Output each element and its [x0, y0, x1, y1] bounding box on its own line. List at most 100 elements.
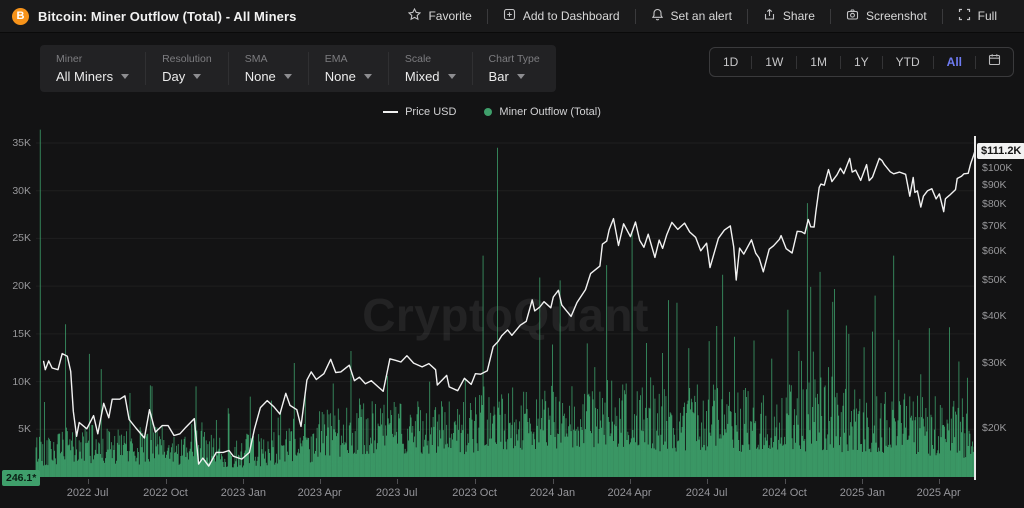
range-1m-button[interactable]: 1M [797, 48, 840, 76]
range-1w-button[interactable]: 1W [752, 48, 796, 76]
filter-toolbar: Miner All Miners Resolution Day SMA None… [40, 45, 556, 92]
x-axis-tick-label: 2023 Oct [452, 487, 497, 499]
share-icon [763, 8, 776, 24]
set-alert-button[interactable]: Set an alert [636, 8, 747, 24]
x-axis-tick-label: 2023 Jul [376, 487, 418, 499]
share-button[interactable]: Share [748, 8, 830, 24]
x-axis-tick-mark [862, 479, 863, 484]
miner-value: All Miners [56, 69, 113, 84]
y-axis-left-tick: 15K [0, 328, 31, 340]
y-axis-left-tick: 5K [0, 423, 31, 435]
x-axis-tick-mark [553, 479, 554, 484]
x-axis-tick-label: 2024 Jul [686, 487, 728, 499]
share-label: Share [783, 9, 815, 23]
y-axis-right-tick: $90K [982, 179, 1007, 191]
resolution-dropdown[interactable]: Resolution Day [145, 52, 228, 85]
resolution-value: Day [162, 69, 185, 84]
chart-type-value: Bar [489, 69, 509, 84]
set-alert-label: Set an alert [671, 9, 732, 23]
chevron-down-icon [364, 74, 372, 79]
miner-label: Miner [56, 53, 129, 65]
sma-dropdown[interactable]: SMA None [228, 52, 308, 85]
add-to-dashboard-button[interactable]: Add to Dashboard [488, 8, 635, 24]
x-axis-tick-label: 2023 Jan [221, 487, 266, 499]
y-axis-right-tick: $70K [982, 220, 1007, 232]
legend-price-usd[interactable]: Price USD [383, 106, 456, 118]
current-price-badge: $111.2K [977, 143, 1024, 159]
resolution-label: Resolution [162, 53, 212, 65]
scale-dropdown[interactable]: Scale Mixed [388, 52, 472, 85]
x-axis-tick-label: 2025 Apr [917, 487, 961, 499]
chart-type-dropdown[interactable]: Chart Type Bar [472, 52, 556, 85]
x-axis-tick-label: 2024 Apr [607, 487, 651, 499]
star-icon [408, 8, 421, 24]
ema-label: EMA [325, 53, 372, 65]
calendar-button[interactable] [976, 53, 1013, 71]
range-1d-button[interactable]: 1D [710, 48, 751, 76]
x-axis-tick-label: 2024 Jan [530, 487, 575, 499]
chevron-down-icon [193, 74, 201, 79]
y-axis-left-tick: 20K [0, 280, 31, 292]
chart-title-wrap: B Bitcoin: Miner Outflow (Total) - All M… [12, 8, 297, 25]
miner-outflow-bars [36, 130, 975, 477]
bitcoin-icon: B [12, 8, 29, 25]
y-axis-left-tick: 35K [0, 137, 31, 149]
x-axis-tick-label: 2022 Jul [67, 487, 109, 499]
x-axis-tick-mark [243, 479, 244, 484]
x-axis-tick-label: 2023 Apr [298, 487, 342, 499]
y-axis-left-tick: 25K [0, 232, 31, 244]
chart-type-label: Chart Type [489, 53, 540, 65]
y-axis-right-tick: $100K [982, 162, 1012, 174]
screenshot-label: Screenshot [866, 9, 927, 23]
dot-marker-icon [484, 108, 492, 116]
range-selector: 1D 1W 1M 1Y YTD All [709, 47, 1014, 77]
x-axis-tick-mark [630, 479, 631, 484]
chart-area[interactable]: CryptoQuant $111.2K 246.1* 35K30K25K20K1… [0, 128, 1024, 508]
range-1y-button[interactable]: 1Y [841, 48, 882, 76]
ema-value: None [325, 69, 356, 84]
x-axis-tick-label: 2025 Jan [840, 487, 885, 499]
miner-dropdown[interactable]: Miner All Miners [40, 52, 145, 85]
y-axis-right-tick: $40K [982, 310, 1007, 322]
x-axis-tick-mark [320, 479, 321, 484]
sma-value: None [245, 69, 276, 84]
y-axis-left-tick: 10K [0, 376, 31, 388]
fullscreen-label: Full [978, 9, 997, 23]
page-title: Bitcoin: Miner Outflow (Total) - All Min… [38, 9, 297, 24]
x-axis-tick-mark [475, 479, 476, 484]
calendar-icon [988, 53, 1001, 71]
chart-legend: Price USD Miner Outflow (Total) [0, 106, 984, 118]
chevron-down-icon [448, 74, 456, 79]
x-axis-tick-mark [939, 479, 940, 484]
camera-icon [846, 8, 859, 24]
range-all-button[interactable]: All [934, 48, 975, 76]
x-axis-tick-mark [397, 479, 398, 484]
header-actions: Favorite Add to Dashboard Set an alert S… [393, 8, 1012, 24]
add-to-dashboard-label: Add to Dashboard [523, 9, 620, 23]
y-axis-left-tick: 30K [0, 185, 31, 197]
sma-label: SMA [245, 53, 292, 65]
chevron-down-icon [517, 74, 525, 79]
line-marker-icon [383, 111, 398, 113]
x-axis-tick-mark [707, 479, 708, 484]
fullscreen-button[interactable]: Full [943, 8, 1012, 24]
screenshot-button[interactable]: Screenshot [831, 8, 942, 24]
bell-icon [651, 8, 664, 24]
app-header: B Bitcoin: Miner Outflow (Total) - All M… [0, 0, 1024, 33]
favorite-button[interactable]: Favorite [393, 8, 486, 24]
x-axis-tick-label: 2024 Oct [762, 487, 807, 499]
chevron-down-icon [284, 74, 292, 79]
ema-dropdown[interactable]: EMA None [308, 52, 388, 85]
y-axis-right-tick: $50K [982, 274, 1007, 286]
x-axis-tick-label: 2022 Oct [143, 487, 188, 499]
range-ytd-button[interactable]: YTD [883, 48, 933, 76]
chevron-down-icon [121, 74, 129, 79]
add-dashboard-icon [503, 8, 516, 24]
chart-canvas[interactable] [0, 128, 1024, 508]
legend-miner-outflow[interactable]: Miner Outflow (Total) [484, 106, 600, 118]
y-axis-right-tick: $60K [982, 245, 1007, 257]
x-axis-tick-mark [166, 479, 167, 484]
current-outflow-badge: 246.1* [2, 470, 40, 486]
favorite-label: Favorite [428, 9, 471, 23]
fullscreen-icon [958, 8, 971, 24]
